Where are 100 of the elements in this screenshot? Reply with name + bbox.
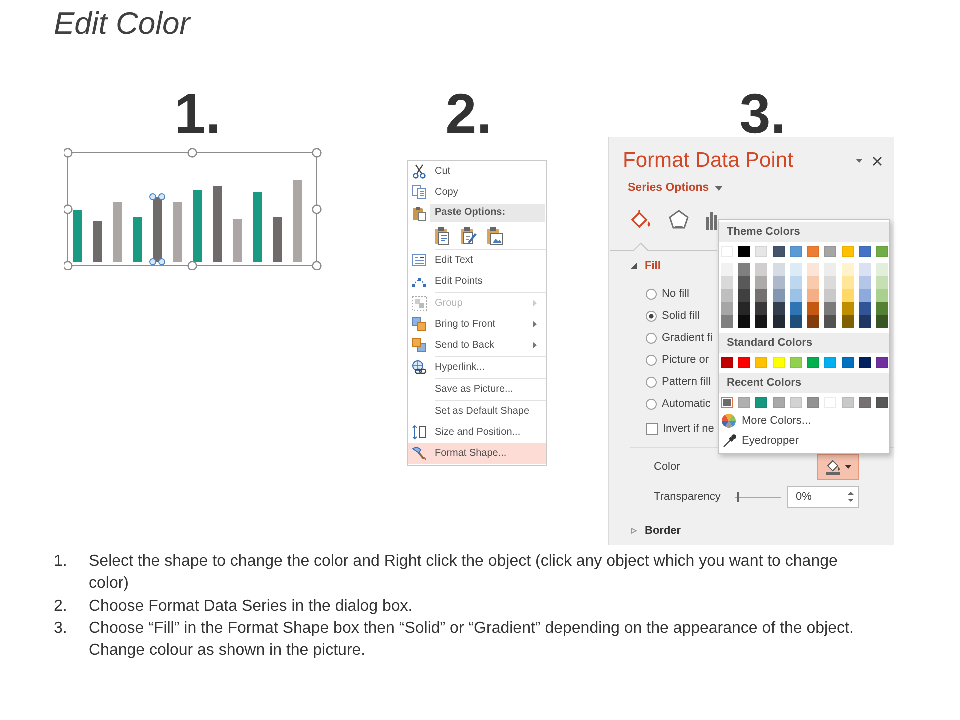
clipboard-brush-icon[interactable] — [460, 226, 478, 246]
color-swatch[interactable] — [842, 289, 854, 302]
color-swatch[interactable] — [790, 263, 802, 276]
color-swatch[interactable] — [842, 357, 854, 368]
spinner-arrows-icon[interactable] — [848, 491, 854, 503]
radio-option[interactable]: Solid fill — [646, 305, 700, 327]
color-swatch[interactable] — [772, 276, 785, 289]
menu-item[interactable]: Copy — [408, 182, 546, 203]
menu-item[interactable]: Format Shape... — [408, 443, 546, 464]
color-swatch[interactable] — [807, 315, 820, 328]
color-swatch[interactable] — [807, 357, 820, 368]
color-swatch[interactable] — [876, 357, 888, 368]
chart-bar[interactable] — [153, 197, 162, 262]
color-swatch[interactable] — [738, 357, 750, 368]
color-swatch[interactable] — [842, 302, 854, 315]
color-swatch[interactable] — [858, 289, 871, 302]
color-swatch[interactable] — [755, 357, 768, 368]
paint-bucket-icon[interactable] — [630, 209, 652, 231]
color-swatch[interactable] — [842, 246, 854, 257]
color-swatch[interactable] — [790, 302, 802, 315]
color-swatch[interactable] — [807, 289, 820, 302]
color-swatch[interactable] — [738, 246, 750, 257]
color-swatch[interactable] — [858, 315, 871, 328]
color-swatch[interactable] — [755, 246, 768, 257]
resize-handle[interactable] — [64, 261, 73, 270]
color-swatch[interactable] — [807, 397, 820, 408]
color-swatch[interactable] — [858, 397, 871, 408]
color-swatch[interactable] — [755, 397, 768, 408]
close-icon[interactable] — [873, 156, 882, 166]
resize-handle[interactable] — [188, 261, 198, 270]
color-swatch[interactable] — [876, 315, 888, 328]
color-picker-button[interactable] — [817, 454, 859, 480]
radio-option[interactable]: Automatic — [646, 393, 711, 415]
pentagon-icon[interactable] — [668, 209, 690, 231]
color-swatch[interactable] — [858, 276, 871, 289]
radio-option[interactable]: No fill — [646, 283, 690, 305]
color-swatch[interactable] — [721, 302, 733, 315]
radio-option[interactable]: Gradient fi — [646, 327, 713, 349]
color-swatch[interactable] — [842, 397, 854, 408]
color-swatch[interactable] — [824, 246, 836, 257]
color-swatch[interactable] — [772, 246, 785, 257]
menu-item[interactable]: Send to Back — [408, 335, 546, 356]
radio-option[interactable]: Picture or — [646, 349, 710, 371]
clipboard-picture-icon[interactable] — [486, 226, 504, 246]
color-swatch[interactable] — [755, 276, 768, 289]
menu-item[interactable]: Size and Position... — [408, 422, 546, 443]
color-swatch[interactable] — [755, 263, 768, 276]
color-swatch[interactable] — [738, 315, 750, 328]
section-header[interactable]: Fill — [631, 258, 661, 274]
color-swatch[interactable] — [824, 276, 836, 289]
color-swatch[interactable] — [790, 397, 802, 408]
color-swatch[interactable] — [755, 315, 768, 328]
checkbox-option[interactable]: Invert if ne — [646, 418, 714, 440]
resize-handle[interactable] — [312, 204, 322, 214]
color-swatch[interactable] — [721, 289, 733, 302]
color-swatch[interactable] — [738, 397, 750, 408]
color-swatch[interactable] — [772, 263, 785, 276]
color-swatch[interactable] — [876, 263, 888, 276]
menu-item[interactable]: Set as Default Shape — [408, 401, 546, 422]
color-swatch[interactable] — [876, 246, 888, 257]
radio-option[interactable]: Pattern fill — [646, 371, 711, 393]
color-swatch[interactable] — [790, 315, 802, 328]
color-swatch[interactable] — [876, 302, 888, 315]
section-header[interactable]: Border — [631, 523, 682, 539]
color-swatch[interactable] — [807, 263, 820, 276]
color-swatch[interactable] — [721, 397, 733, 408]
resize-handle[interactable] — [64, 148, 73, 158]
palette-menu-item[interactable]: Eyedropper — [719, 431, 889, 451]
color-swatch[interactable] — [721, 315, 733, 328]
color-swatch[interactable] — [824, 302, 836, 315]
resize-handle[interactable] — [64, 204, 73, 214]
color-swatch[interactable] — [738, 276, 750, 289]
bar-chart-icon[interactable] — [706, 209, 717, 231]
color-swatch[interactable] — [858, 302, 871, 315]
palette-menu-item[interactable]: More Colors... — [719, 411, 889, 431]
color-swatch[interactable] — [858, 263, 871, 276]
color-swatch[interactable] — [738, 302, 750, 315]
color-swatch[interactable] — [842, 263, 854, 276]
series-options-dropdown[interactable]: Series Options — [628, 180, 724, 196]
color-swatch[interactable] — [721, 276, 733, 289]
menu-item[interactable]: Bring to Front — [408, 314, 546, 335]
color-swatch[interactable] — [721, 263, 733, 276]
color-swatch[interactable] — [876, 276, 888, 289]
color-swatch[interactable] — [858, 357, 871, 368]
color-swatch[interactable] — [772, 397, 785, 408]
color-swatch[interactable] — [772, 357, 785, 368]
color-swatch[interactable] — [824, 357, 836, 368]
color-swatch[interactable] — [790, 289, 802, 302]
color-swatch[interactable] — [755, 302, 768, 315]
menu-item[interactable]: Cut — [408, 161, 546, 182]
color-swatch[interactable] — [824, 289, 836, 302]
menu-item[interactable]: Save as Picture... — [408, 379, 546, 400]
color-swatch[interactable] — [772, 289, 785, 302]
color-swatch[interactable] — [824, 315, 836, 328]
resize-handle[interactable] — [312, 261, 322, 270]
color-swatch[interactable] — [790, 276, 802, 289]
color-swatch[interactable] — [842, 276, 854, 289]
percent-field[interactable]: 0% — [787, 486, 859, 508]
color-swatch[interactable] — [807, 276, 820, 289]
color-swatch[interactable] — [807, 246, 820, 257]
